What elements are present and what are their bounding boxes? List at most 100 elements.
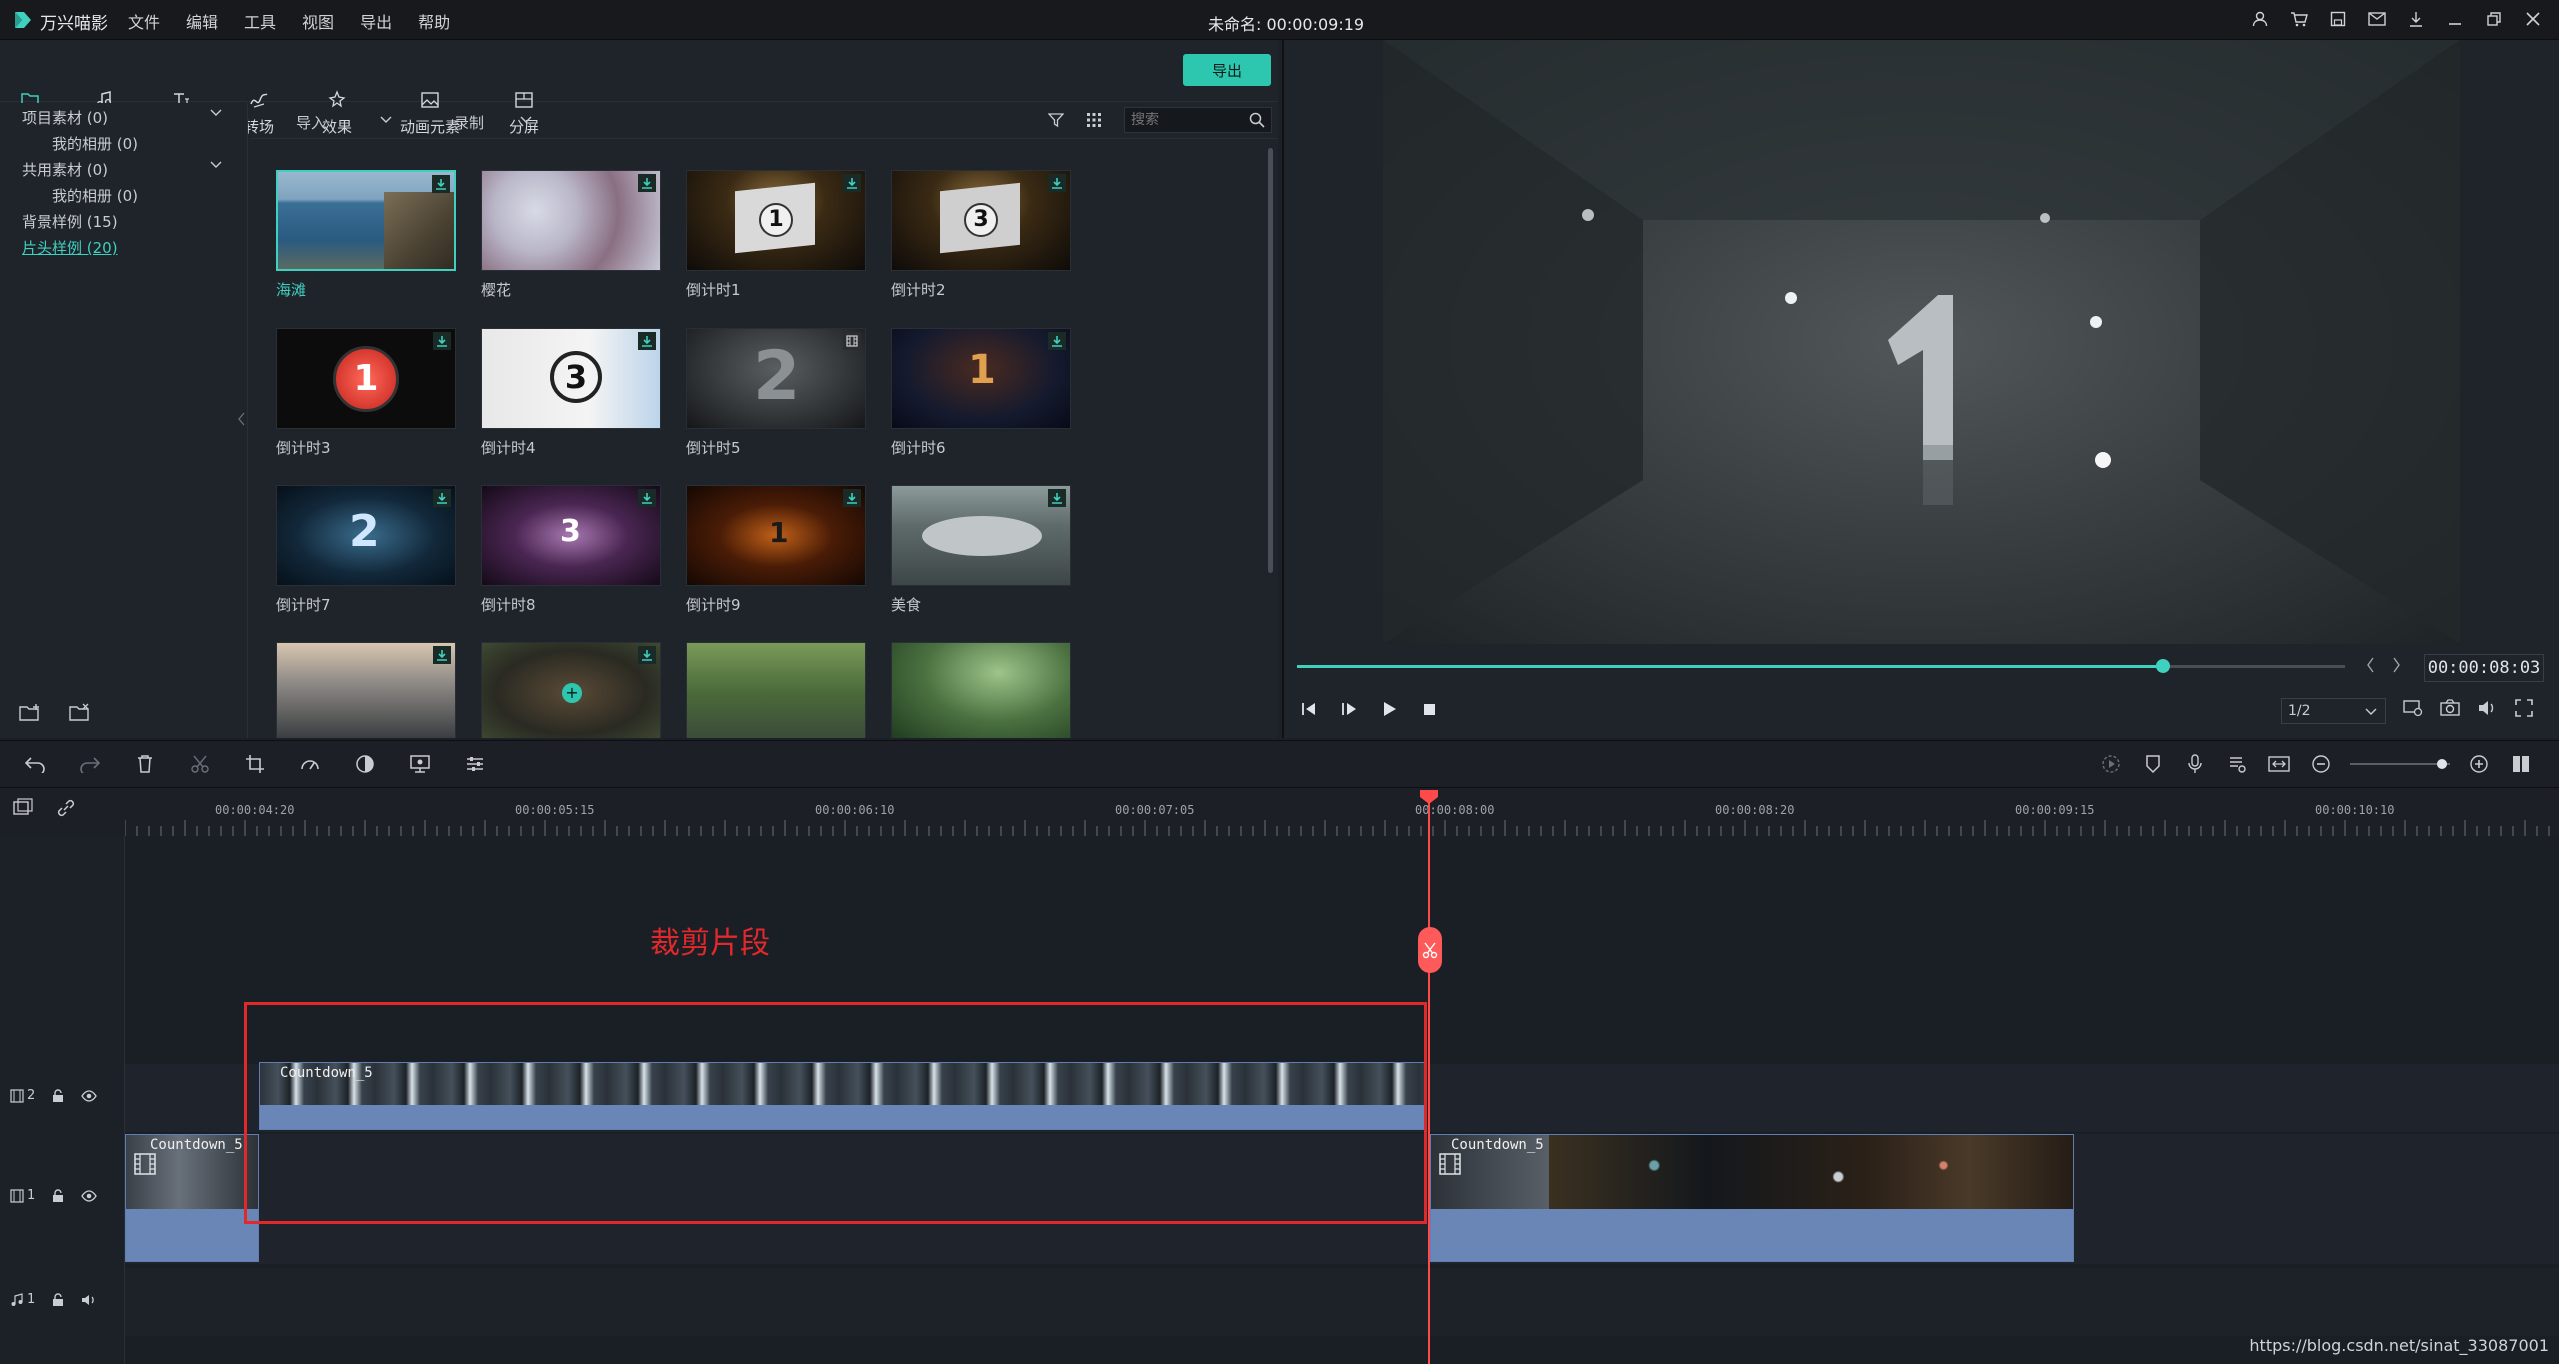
redo-icon[interactable]	[77, 752, 103, 776]
download-icon[interactable]	[2406, 8, 2426, 30]
display-settings-icon[interactable]	[2403, 698, 2423, 718]
account-icon[interactable]	[2250, 8, 2270, 30]
minimize-icon[interactable]	[2445, 8, 2465, 30]
playhead[interactable]	[1428, 790, 1430, 1364]
tree-project-media[interactable]: 项目素材 (0)	[22, 107, 108, 128]
tree-shared-media[interactable]: 共用素材 (0)	[22, 159, 108, 180]
delete-icon[interactable]	[132, 752, 158, 776]
eye-icon[interactable]	[81, 1089, 98, 1103]
menu-tools[interactable]: 工具	[244, 9, 276, 33]
lock-icon[interactable]	[51, 1088, 65, 1103]
chevron-down-icon[interactable]	[210, 107, 222, 117]
snapshot-icon[interactable]	[2440, 698, 2460, 718]
media-item[interactable]: 樱花	[481, 170, 661, 300]
download-icon[interactable]	[638, 332, 656, 350]
tree-my-album-2[interactable]: 我的相册 (0)	[52, 185, 138, 206]
media-item[interactable]	[891, 642, 1071, 738]
grid-view-icon[interactable]	[1086, 112, 1102, 128]
download-icon[interactable]	[843, 489, 861, 507]
mark-in-icon[interactable]	[2365, 656, 2375, 674]
download-icon[interactable]	[433, 646, 451, 664]
menu-edit[interactable]: 编辑	[186, 9, 218, 33]
new-folder-icon[interactable]	[18, 703, 42, 723]
chevron-down-icon[interactable]	[380, 114, 392, 124]
tree-intros[interactable]: 片头样例 (20)	[22, 237, 118, 258]
mark-out-icon[interactable]	[2392, 656, 2402, 674]
add-track-icon[interactable]	[12, 798, 34, 818]
zoom-in-icon[interactable]	[2466, 752, 2492, 776]
chevron-down-icon[interactable]	[210, 159, 222, 169]
restore-icon[interactable]	[2484, 8, 2504, 30]
zoom-out-icon[interactable]	[2308, 752, 2334, 776]
record-dropdown[interactable]: 录制	[454, 112, 484, 133]
speed-icon[interactable]	[297, 752, 323, 776]
media-item[interactable]: 1 倒计时6	[891, 328, 1071, 458]
media-item[interactable]: 3 倒计时8	[481, 485, 661, 615]
add-icon[interactable]: +	[562, 683, 582, 703]
download-icon[interactable]	[638, 646, 656, 664]
media-item[interactable]: 1 倒计时1	[686, 170, 866, 300]
media-item[interactable]: 1 倒计时3	[276, 328, 456, 458]
download-icon[interactable]	[432, 175, 450, 193]
search-input[interactable]	[1131, 111, 1241, 129]
download-icon[interactable]	[1048, 332, 1066, 350]
voiceover-icon[interactable]	[2266, 752, 2292, 776]
media-item[interactable]	[686, 642, 866, 738]
download-icon[interactable]	[1048, 489, 1066, 507]
microphone-icon[interactable]	[2182, 752, 2208, 776]
download-icon[interactable]	[638, 489, 656, 507]
download-icon[interactable]	[433, 489, 451, 507]
cut-icon[interactable]	[187, 752, 213, 776]
collapse-panel-icon[interactable]	[238, 412, 246, 426]
tree-backgrounds[interactable]: 背景样例 (15)	[22, 211, 118, 232]
media-item[interactable]	[276, 642, 456, 738]
mail-icon[interactable]	[2367, 8, 2387, 30]
chevron-down-icon[interactable]	[520, 114, 532, 124]
media-item[interactable]: 1 倒计时9	[686, 485, 866, 615]
download-icon[interactable]	[433, 332, 451, 350]
menu-file[interactable]: 文件	[128, 9, 160, 33]
export-button[interactable]: 导出	[1183, 54, 1271, 86]
zoom-slider[interactable]	[2350, 752, 2450, 776]
play-icon[interactable]	[1380, 700, 1398, 718]
stop-icon[interactable]	[1420, 700, 1438, 718]
split-scissor-icon[interactable]	[1418, 927, 1442, 973]
adjust-icon[interactable]	[462, 752, 488, 776]
media-scrollbar[interactable]	[1268, 148, 1273, 573]
media-item[interactable]: 3 倒计时2	[891, 170, 1071, 300]
timeline-ruler[interactable]: 00:00:04:20 00:00:05:15 00:00:06:10 00:0…	[0, 788, 2559, 836]
play-frame-icon[interactable]	[1340, 700, 1358, 718]
menu-help[interactable]: 帮助	[418, 9, 450, 33]
media-item[interactable]: +	[481, 642, 661, 738]
marker-icon[interactable]	[2140, 752, 2166, 776]
link-icon[interactable]	[56, 798, 76, 818]
close-icon[interactable]	[2523, 8, 2543, 30]
media-item[interactable]: 海滩	[276, 170, 456, 300]
speaker-icon[interactable]	[81, 1293, 97, 1307]
menu-view[interactable]: 视图	[302, 9, 334, 33]
previous-frame-icon[interactable]	[1300, 700, 1318, 718]
media-item[interactable]: 3 倒计时4	[481, 328, 661, 458]
clip-video-1-right[interactable]: Countdown_5	[1430, 1134, 2074, 1262]
fit-timeline-icon[interactable]	[2508, 752, 2534, 776]
tree-my-album-1[interactable]: 我的相册 (0)	[52, 133, 138, 154]
eye-icon[interactable]	[81, 1189, 98, 1203]
import-dropdown[interactable]: 导入	[296, 112, 326, 133]
filter-icon[interactable]	[1048, 112, 1064, 128]
film-icon[interactable]	[843, 332, 861, 350]
preview-quality-select[interactable]: 1/2	[2281, 698, 2386, 724]
media-item[interactable]: 美食	[891, 485, 1071, 615]
render-icon[interactable]	[2098, 752, 2124, 776]
undo-icon[interactable]	[22, 752, 48, 776]
fullscreen-icon[interactable]	[2514, 698, 2534, 718]
media-item[interactable]: 2 倒计时7	[276, 485, 456, 615]
color-icon[interactable]	[352, 752, 378, 776]
lock-icon[interactable]	[51, 1292, 65, 1307]
download-icon[interactable]	[843, 174, 861, 192]
clip-video-1-left[interactable]: Countdown_5	[125, 1134, 259, 1262]
download-icon[interactable]	[1048, 174, 1066, 192]
lock-icon[interactable]	[51, 1188, 65, 1203]
media-item[interactable]: 2 倒计时5	[686, 328, 866, 458]
cart-icon[interactable]	[2289, 8, 2309, 30]
remove-folder-icon[interactable]	[68, 703, 92, 723]
